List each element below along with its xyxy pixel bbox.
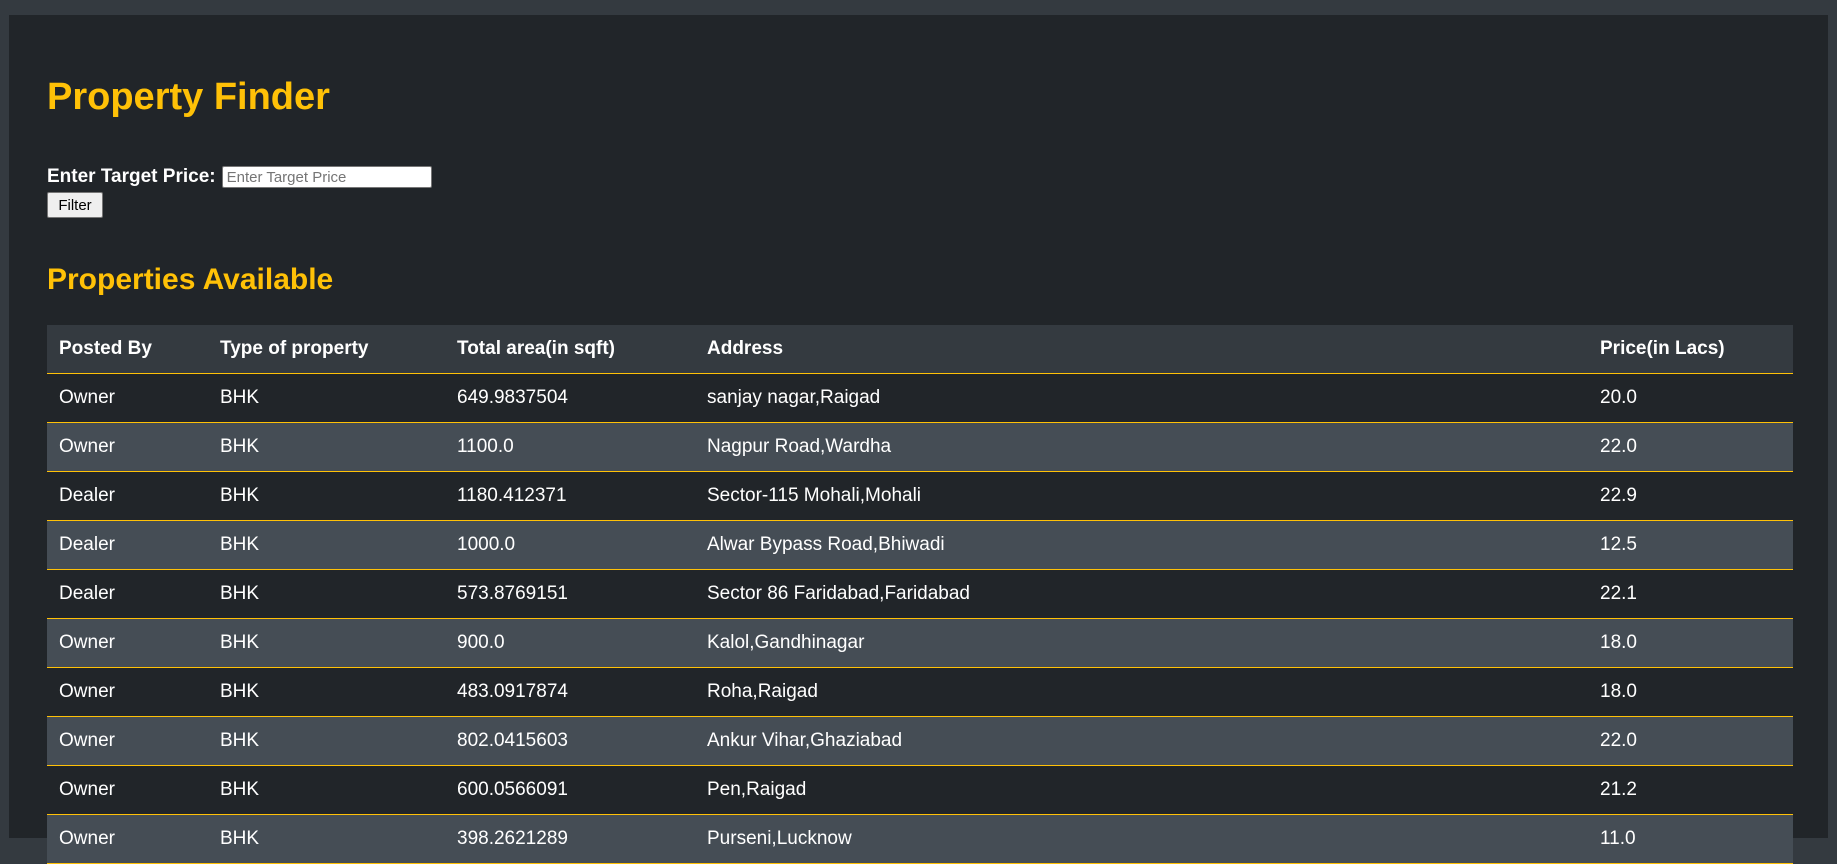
table-row: Owner BHK 398.2621289 Purseni,Lucknow 11… — [47, 814, 1793, 864]
cell-price: 22.0 — [1588, 422, 1793, 472]
cell-type: BHK — [208, 765, 445, 815]
target-price-input[interactable] — [221, 166, 432, 188]
cell-price: 22.1 — [1588, 569, 1793, 619]
table-row: Owner BHK 483.0917874 Roha,Raigad 18.0 — [47, 667, 1793, 717]
filter-button[interactable]: Filter — [47, 192, 103, 218]
cell-address: Roha,Raigad — [695, 667, 1588, 717]
cell-posted-by: Owner — [47, 618, 208, 668]
header-address: Address — [695, 325, 1588, 374]
table-row: Owner BHK 900.0 Kalol,Gandhinagar 18.0 — [47, 618, 1793, 668]
cell-price: 18.0 — [1588, 667, 1793, 717]
cell-type: BHK — [208, 716, 445, 766]
cell-posted-by: Owner — [47, 422, 208, 472]
cell-posted-by: Dealer — [47, 569, 208, 619]
table-header-row: Posted By Type of property Total area(in… — [47, 325, 1793, 374]
target-price-label: Enter Target Price: — [47, 166, 216, 187]
cell-price: 22.9 — [1588, 471, 1793, 521]
cell-area: 1180.412371 — [445, 471, 695, 521]
table-row: Owner BHK 802.0415603 Ankur Vihar,Ghazia… — [47, 716, 1793, 766]
header-price: Price(in Lacs) — [1588, 325, 1793, 374]
cell-address: Purseni,Lucknow — [695, 814, 1588, 864]
cell-posted-by: Owner — [47, 765, 208, 815]
cell-address: Pen,Raigad — [695, 765, 1588, 815]
table-row: Dealer BHK 1180.412371 Sector-115 Mohali… — [47, 471, 1793, 521]
cell-area: 483.0917874 — [445, 667, 695, 717]
header-posted-by: Posted By — [47, 325, 208, 374]
page-title: Property Finder — [47, 76, 330, 118]
cell-price: 22.0 — [1588, 716, 1793, 766]
table-row: Dealer BHK 573.8769151 Sector 86 Faridab… — [47, 569, 1793, 619]
cell-type: BHK — [208, 667, 445, 717]
cell-type: BHK — [208, 569, 445, 619]
cell-type: BHK — [208, 520, 445, 570]
cell-address: Kalol,Gandhinagar — [695, 618, 1588, 668]
table-row: Owner BHK 1100.0 Nagpur Road,Wardha 22.0 — [47, 422, 1793, 472]
cell-price: 18.0 — [1588, 618, 1793, 668]
header-type-of-property: Type of property — [208, 325, 445, 374]
cell-type: BHK — [208, 422, 445, 472]
properties-table: Posted By Type of property Total area(in… — [47, 325, 1793, 864]
cell-price: 11.0 — [1588, 814, 1793, 864]
section-title: Properties Available — [47, 263, 334, 296]
table-row: Dealer BHK 1000.0 Alwar Bypass Road,Bhiw… — [47, 520, 1793, 570]
cell-address: Sector 86 Faridabad,Faridabad — [695, 569, 1588, 619]
cell-address: Nagpur Road,Wardha — [695, 422, 1588, 472]
cell-address: Alwar Bypass Road,Bhiwadi — [695, 520, 1588, 570]
filter-form: Enter Target Price: — [47, 166, 432, 188]
cell-posted-by: Dealer — [47, 520, 208, 570]
cell-type: BHK — [208, 618, 445, 668]
cell-posted-by: Owner — [47, 716, 208, 766]
cell-address: Sector-115 Mohali,Mohali — [695, 471, 1588, 521]
cell-area: 1000.0 — [445, 520, 695, 570]
cell-area: 802.0415603 — [445, 716, 695, 766]
cell-price: 12.5 — [1588, 520, 1793, 570]
cell-address: sanjay nagar,Raigad — [695, 373, 1588, 423]
table-row: Owner BHK 600.0566091 Pen,Raigad 21.2 — [47, 765, 1793, 815]
cell-price: 20.0 — [1588, 373, 1793, 423]
cell-area: 900.0 — [445, 618, 695, 668]
cell-price: 21.2 — [1588, 765, 1793, 815]
cell-area: 398.2621289 — [445, 814, 695, 864]
page-container: Property Finder Enter Target Price: Filt… — [9, 15, 1828, 864]
cell-posted-by: Owner — [47, 373, 208, 423]
cell-area: 649.9837504 — [445, 373, 695, 423]
header-total-area: Total area(in sqft) — [445, 325, 695, 374]
cell-area: 1100.0 — [445, 422, 695, 472]
cell-type: BHK — [208, 373, 445, 423]
cell-area: 573.8769151 — [445, 569, 695, 619]
cell-posted-by: Owner — [47, 667, 208, 717]
table-row: Owner BHK 649.9837504 sanjay nagar,Raiga… — [47, 373, 1793, 423]
cell-type: BHK — [208, 814, 445, 864]
cell-address: Ankur Vihar,Ghaziabad — [695, 716, 1588, 766]
cell-area: 600.0566091 — [445, 765, 695, 815]
cell-type: BHK — [208, 471, 445, 521]
cell-posted-by: Dealer — [47, 471, 208, 521]
cell-posted-by: Owner — [47, 814, 208, 864]
